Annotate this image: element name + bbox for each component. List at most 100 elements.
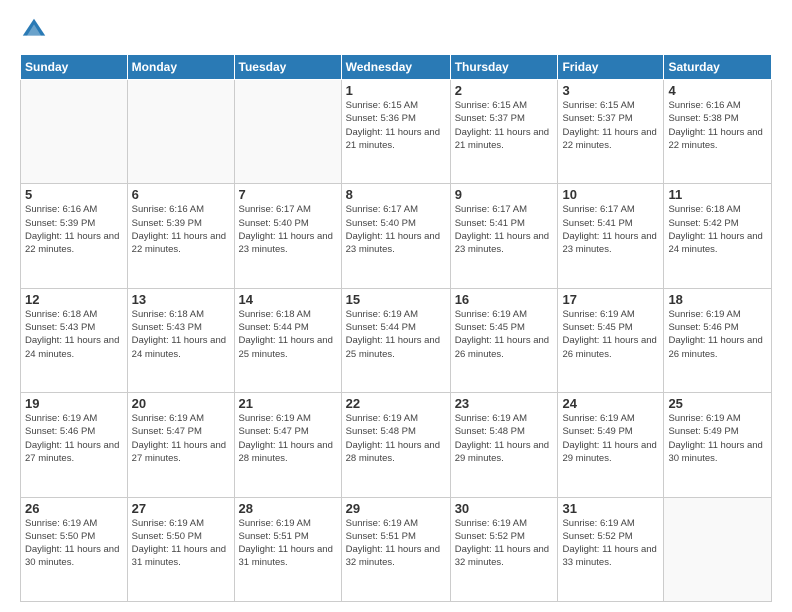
page: SundayMondayTuesdayWednesdayThursdayFrid… — [0, 0, 792, 612]
day-info: Sunrise: 6:19 AM Sunset: 5:49 PM Dayligh… — [668, 412, 767, 465]
day-number: 22 — [346, 396, 446, 411]
day-info: Sunrise: 6:19 AM Sunset: 5:49 PM Dayligh… — [562, 412, 659, 465]
week-row-4: 26Sunrise: 6:19 AM Sunset: 5:50 PM Dayli… — [21, 497, 772, 601]
day-cell — [127, 80, 234, 184]
weekday-header-row: SundayMondayTuesdayWednesdayThursdayFrid… — [21, 55, 772, 80]
day-number: 16 — [455, 292, 554, 307]
day-number: 5 — [25, 187, 123, 202]
week-row-0: 1Sunrise: 6:15 AM Sunset: 5:36 PM Daylig… — [21, 80, 772, 184]
day-info: Sunrise: 6:17 AM Sunset: 5:41 PM Dayligh… — [562, 203, 659, 256]
day-cell: 4Sunrise: 6:16 AM Sunset: 5:38 PM Daylig… — [664, 80, 772, 184]
day-number: 17 — [562, 292, 659, 307]
day-info: Sunrise: 6:19 AM Sunset: 5:52 PM Dayligh… — [455, 517, 554, 570]
logo-icon — [20, 16, 48, 44]
day-info: Sunrise: 6:16 AM Sunset: 5:39 PM Dayligh… — [132, 203, 230, 256]
day-cell: 17Sunrise: 6:19 AM Sunset: 5:45 PM Dayli… — [558, 288, 664, 392]
weekday-sunday: Sunday — [21, 55, 128, 80]
logo — [20, 16, 52, 44]
week-row-2: 12 Sunrise: 6:18 AM Sunset: 5:43 PM Dayli… — [21, 288, 772, 392]
day-number: 13 — [132, 292, 230, 307]
day-info: Sunrise: 6:19 AM Sunset: 5:47 PM Dayligh… — [132, 412, 230, 465]
day-number: 27 — [132, 501, 230, 516]
day-number: 18 — [668, 292, 767, 307]
day-number: 21 — [239, 396, 337, 411]
day-number: 31 — [562, 501, 659, 516]
day-cell: 12Sunrise: 6:18 AM Sunset: 5:43 PM Dayli… — [21, 288, 128, 392]
day-cell: 7Sunrise: 6:17 AM Sunset: 5:40 PM Daylig… — [234, 184, 341, 288]
weekday-friday: Friday — [558, 55, 664, 80]
day-cell: 27Sunrise: 6:19 AM Sunset: 5:50 PM Dayli… — [127, 497, 234, 601]
day-number: 8 — [346, 187, 446, 202]
day-number: 12 — [25, 292, 123, 307]
day-info: Sunrise: 6:15 AM Sunset: 5:36 PM Dayligh… — [346, 99, 446, 152]
day-cell: 14Sunrise: 6:18 AM Sunset: 5:44 PM Dayli… — [234, 288, 341, 392]
day-cell: 11Sunrise: 6:18 AM Sunset: 5:42 PM Dayli… — [664, 184, 772, 288]
day-info: Sunrise: 6:19 AM Sunset: 5:48 PM Dayligh… — [455, 412, 554, 465]
day-cell: 23Sunrise: 6:19 AM Sunset: 5:48 PM Dayli… — [450, 393, 558, 497]
day-info: Sunrise: 6:18 AM Sunset: 5:42 PM Dayligh… — [668, 203, 767, 256]
day-number: 20 — [132, 396, 230, 411]
day-number: 14 — [239, 292, 337, 307]
day-info: Sunrise: 6:19 AM Sunset: 5:52 PM Dayligh… — [562, 517, 659, 570]
week-row-3: 19Sunrise: 6:19 AM Sunset: 5:46 PM Dayli… — [21, 393, 772, 497]
day-cell — [664, 497, 772, 601]
day-number: 15 — [346, 292, 446, 307]
day-cell: 31Sunrise: 6:19 AM Sunset: 5:52 PM Dayli… — [558, 497, 664, 601]
header — [20, 16, 772, 44]
day-number: 3 — [562, 83, 659, 98]
day-number: 1 — [346, 83, 446, 98]
day-number: 7 — [239, 187, 337, 202]
day-info: Sunrise: 6:18 AM Sunset: 5:44 PM Dayligh… — [239, 308, 337, 361]
day-cell: 10Sunrise: 6:17 AM Sunset: 5:41 PM Dayli… — [558, 184, 664, 288]
day-number: 4 — [668, 83, 767, 98]
day-cell: 26Sunrise: 6:19 AM Sunset: 5:50 PM Dayli… — [21, 497, 128, 601]
day-info: Sunrise: 6:18 AM Sunset: 5:43 PM Dayligh… — [132, 308, 230, 361]
day-number: 24 — [562, 396, 659, 411]
calendar: SundayMondayTuesdayWednesdayThursdayFrid… — [20, 54, 772, 602]
day-cell: 5Sunrise: 6:16 AM Sunset: 5:39 PM Daylig… — [21, 184, 128, 288]
day-info: Sunrise: 6:17 AM Sunset: 5:41 PM Dayligh… — [455, 203, 554, 256]
day-number: 9 — [455, 187, 554, 202]
day-number: 19 — [25, 396, 123, 411]
day-cell — [21, 80, 128, 184]
day-cell: 2Sunrise: 6:15 AM Sunset: 5:37 PM Daylig… — [450, 80, 558, 184]
day-cell: 20Sunrise: 6:19 AM Sunset: 5:47 PM Dayli… — [127, 393, 234, 497]
day-info: Sunrise: 6:19 AM Sunset: 5:51 PM Dayligh… — [239, 517, 337, 570]
day-info: Sunrise: 6:19 AM Sunset: 5:50 PM Dayligh… — [25, 517, 123, 570]
day-cell: 21Sunrise: 6:19 AM Sunset: 5:47 PM Dayli… — [234, 393, 341, 497]
day-number: 28 — [239, 501, 337, 516]
day-info: Sunrise: 6:15 AM Sunset: 5:37 PM Dayligh… — [455, 99, 554, 152]
day-cell: 30Sunrise: 6:19 AM Sunset: 5:52 PM Dayli… — [450, 497, 558, 601]
day-cell: 8Sunrise: 6:17 AM Sunset: 5:40 PM Daylig… — [341, 184, 450, 288]
day-info: Sunrise: 6:19 AM Sunset: 5:47 PM Dayligh… — [239, 412, 337, 465]
day-cell: 19Sunrise: 6:19 AM Sunset: 5:46 PM Dayli… — [21, 393, 128, 497]
day-cell: 18Sunrise: 6:19 AM Sunset: 5:46 PM Dayli… — [664, 288, 772, 392]
day-cell — [234, 80, 341, 184]
day-info: Sunrise: 6:19 AM Sunset: 5:44 PM Dayligh… — [346, 308, 446, 361]
day-info: Sunrise: 6:19 AM Sunset: 5:50 PM Dayligh… — [132, 517, 230, 570]
day-cell: 25Sunrise: 6:19 AM Sunset: 5:49 PM Dayli… — [664, 393, 772, 497]
day-cell: 29Sunrise: 6:19 AM Sunset: 5:51 PM Dayli… — [341, 497, 450, 601]
day-number: 29 — [346, 501, 446, 516]
day-number: 10 — [562, 187, 659, 202]
day-number: 2 — [455, 83, 554, 98]
day-cell: 6Sunrise: 6:16 AM Sunset: 5:39 PM Daylig… — [127, 184, 234, 288]
week-row-1: 5 Sunrise: 6:16 AM Sunset: 5:39 PM Daylig… — [21, 184, 772, 288]
day-info: Sunrise: 6:19 AM Sunset: 5:51 PM Dayligh… — [346, 517, 446, 570]
day-number: 6 — [132, 187, 230, 202]
day-cell: 15Sunrise: 6:19 AM Sunset: 5:44 PM Dayli… — [341, 288, 450, 392]
day-cell: 1Sunrise: 6:15 AM Sunset: 5:36 PM Daylig… — [341, 80, 450, 184]
weekday-monday: Monday — [127, 55, 234, 80]
day-info: Sunrise: 6:19 AM Sunset: 5:46 PM Dayligh… — [25, 412, 123, 465]
day-info: Sunrise: 6:16 AM Sunset: 5:38 PM Dayligh… — [668, 99, 767, 152]
day-info: Sunrise: 6:17 AM Sunset: 5:40 PM Dayligh… — [346, 203, 446, 256]
weekday-tuesday: Tuesday — [234, 55, 341, 80]
day-cell: 16Sunrise: 6:19 AM Sunset: 5:45 PM Dayli… — [450, 288, 558, 392]
day-info: Sunrise: 6:19 AM Sunset: 5:45 PM Dayligh… — [455, 308, 554, 361]
day-info: Sunrise: 6:19 AM Sunset: 5:45 PM Dayligh… — [562, 308, 659, 361]
day-number: 26 — [25, 501, 123, 516]
day-number: 23 — [455, 396, 554, 411]
weekday-thursday: Thursday — [450, 55, 558, 80]
weekday-saturday: Saturday — [664, 55, 772, 80]
day-cell: 3Sunrise: 6:15 AM Sunset: 5:37 PM Daylig… — [558, 80, 664, 184]
